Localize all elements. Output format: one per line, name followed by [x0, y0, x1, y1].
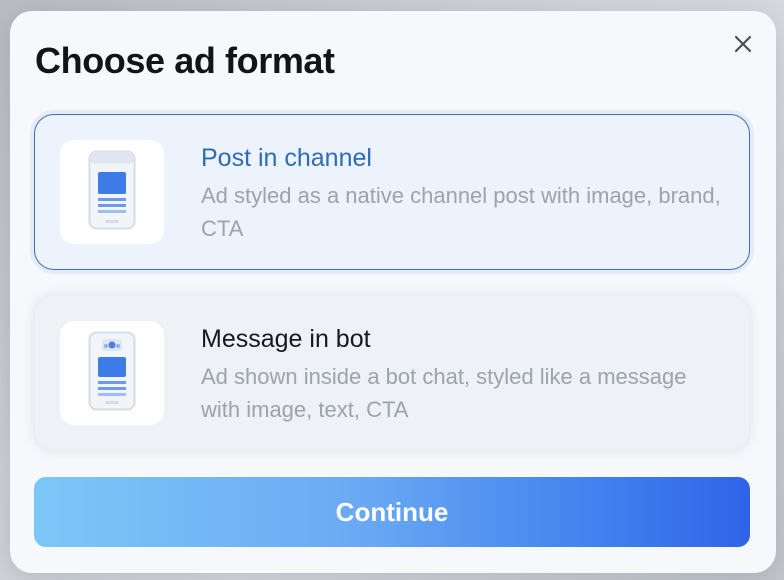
option-description: Ad shown inside a bot chat, styled like … [201, 364, 687, 422]
close-button[interactable] [730, 31, 756, 57]
option-message-in-bot[interactable]: Message in bot Ad shown inside a bot cha… [34, 295, 750, 451]
bot-thumbnail [60, 321, 164, 425]
option-title: Post in channel [201, 144, 372, 172]
dialog-title: Choose ad format [35, 40, 335, 81]
post-thumbnail [60, 140, 164, 244]
close-icon [734, 35, 752, 53]
choose-ad-format-dialog: Choose ad format Post in channel Ad styl… [10, 11, 776, 573]
continue-button[interactable]: Continue [34, 477, 750, 547]
option-post-in-channel[interactable]: Post in channel Ad styled as a native ch… [34, 114, 750, 270]
phone-bot-message-icon [88, 331, 136, 411]
phone-post-icon [88, 150, 136, 230]
option-description: Ad styled as a native channel post with … [201, 183, 721, 241]
option-title: Message in bot [201, 325, 371, 353]
